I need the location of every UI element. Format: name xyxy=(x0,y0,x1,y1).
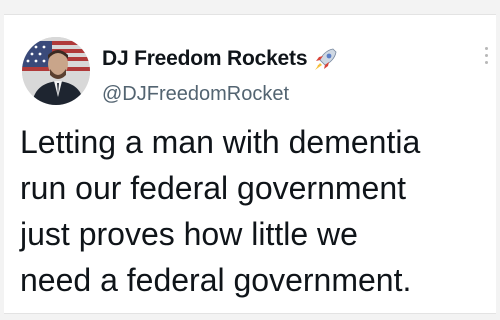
display-name[interactable]: DJ Freedom Rockets xyxy=(102,47,308,71)
avatar-image xyxy=(22,37,90,105)
user-handle[interactable]: @DJFreedomRocket xyxy=(102,83,289,106)
avatar[interactable] xyxy=(22,37,90,105)
more-options-icon[interactable] xyxy=(482,47,490,69)
tweet-card[interactable]: DJ Freedom Rockets @DJFreedomRocket Lett… xyxy=(4,14,496,314)
author-name-row: DJ Freedom Rockets xyxy=(102,43,339,75)
rocket-icon xyxy=(313,46,339,72)
tweet-text: Letting a man with dementia run our fede… xyxy=(20,124,421,298)
